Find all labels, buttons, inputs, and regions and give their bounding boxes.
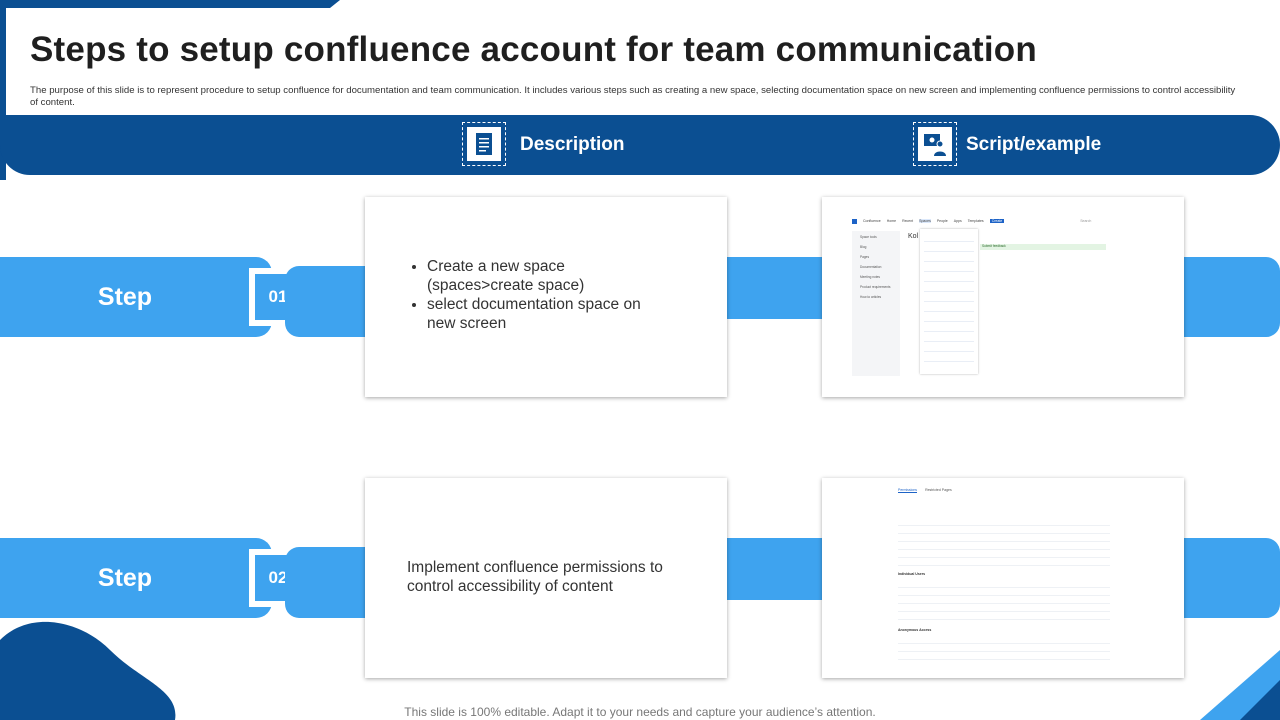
search-placeholder: Search: [1080, 219, 1092, 223]
confluence-logo-icon: [852, 218, 857, 224]
top-left-decoration: [0, 0, 340, 8]
sidebar-item: Space tools: [860, 235, 877, 239]
nav-item: People: [936, 219, 948, 223]
page-subtitle: The purpose of this slide is to represen…: [30, 85, 1236, 108]
nav-item: Templates: [967, 219, 984, 223]
individual-users-heading: Individual Users: [898, 572, 926, 576]
step-1-description: Create a new space (spaces>create space)…: [407, 257, 667, 333]
sidebar-item: Documentation: [860, 265, 882, 269]
bottom-left-blob-decoration: [0, 621, 176, 720]
presentation-person-icon: [924, 134, 946, 156]
step-1-screenshot-card: Confluence Home Recent Spaces People App…: [822, 197, 1184, 397]
confluence-spaces-screenshot: Confluence Home Recent Spaces People App…: [852, 217, 1152, 377]
description-header-icon-frame: [462, 122, 506, 166]
feedback-banner: Submit feedback: [980, 244, 1106, 250]
sidebar-item: Pages: [860, 255, 870, 259]
page-heading: Kol: [908, 233, 919, 240]
spaces-dropdown: [920, 229, 978, 374]
step-2-connector-mid: [719, 538, 829, 600]
sidebar-panel: Space tools Blog Pages Documentation Mee…: [852, 231, 900, 376]
anonymous-access-heading: Anonymous Access: [898, 628, 932, 632]
sidebar-item: Meeting notes: [860, 275, 881, 279]
script-header-icon-frame: [913, 122, 957, 166]
step-2-description-card: Implement confluence permissions to cont…: [365, 478, 727, 678]
description-header-label: Description: [520, 134, 625, 155]
nav-item: Apps: [953, 219, 962, 223]
step-2-description: Implement confluence permissions to cont…: [407, 559, 663, 595]
sidebar-item: Product requirements: [860, 285, 891, 289]
confluence-brand: Confluence: [863, 219, 881, 223]
document-icon: [476, 133, 492, 155]
script-header-label: Script/example: [966, 134, 1102, 155]
step-1-bullet: Create a new space (spaces>create space): [427, 257, 667, 295]
group-permissions-table: [898, 518, 1110, 566]
anonymous-permissions-table: [898, 636, 1110, 664]
step-1-connector-mid: [719, 257, 829, 319]
user-permissions-table: [898, 580, 1110, 620]
step-1-label: Step: [97, 283, 153, 311]
step-2-connector-right: [1176, 538, 1280, 618]
step-2-screenshot-card: Permissions Restricted Pages Individual …: [822, 478, 1184, 678]
nav-item: Home: [886, 219, 897, 223]
step-2-connector-left: [285, 547, 365, 618]
page-title: Steps to setup confluence account for te…: [30, 30, 1037, 69]
confluence-permissions-screenshot: Permissions Restricted Pages Individual …: [898, 488, 1118, 668]
step-1-connector-right: [1176, 257, 1280, 337]
step-1-connector-left: [285, 266, 365, 337]
create-button: Create: [989, 219, 1005, 223]
nav-item: Recent: [902, 219, 914, 223]
step-1-description-card: Create a new space (spaces>create space)…: [365, 197, 727, 397]
dropdown-list: [924, 235, 974, 363]
footer-note: This slide is 100% editable. Adapt it to…: [404, 705, 876, 719]
sidebar-item: How-to articles: [860, 295, 882, 299]
sidebar-item: Blog: [860, 245, 867, 249]
nav-item: Spaces: [919, 219, 931, 223]
permissions-tab: Permissions: [898, 488, 918, 493]
step-2-label: Step: [97, 564, 153, 592]
step-1-bullet: select documentation space on new screen: [427, 295, 667, 333]
restricted-pages-tab: Restricted Pages: [925, 488, 952, 492]
